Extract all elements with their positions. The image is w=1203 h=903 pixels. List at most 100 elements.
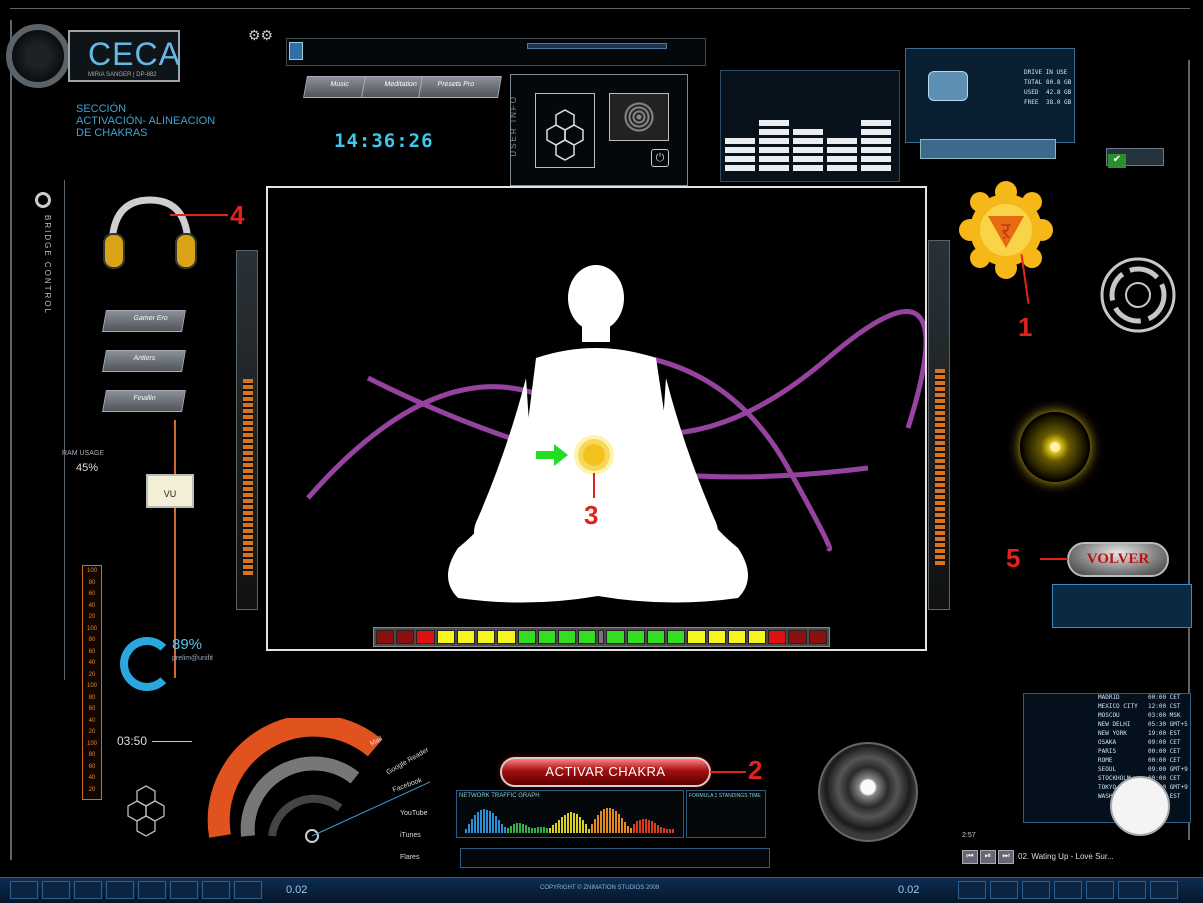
volver-button[interactable]: VOLVER [1067, 542, 1169, 577]
side-label: BRIDGE CONTROL [43, 215, 52, 316]
menu-item-1[interactable]: Antlers [102, 350, 186, 372]
meditation-figure [306, 265, 929, 603]
world-clock-row: PARIS 00:00 CET [1024, 748, 1190, 757]
traffic-bar [630, 828, 632, 833]
hexagon-cluster-icon [118, 782, 174, 842]
confirm-toggle[interactable]: ✔ [1106, 148, 1164, 168]
scale-label: 80 [88, 694, 96, 701]
traffic-bar [597, 815, 599, 833]
traffic-bar [636, 821, 638, 833]
scale-label: 20 [88, 729, 96, 735]
sys-value-1: 80.8 GB [1046, 79, 1072, 86]
traffic-bar [537, 827, 539, 833]
right-readout: 0.02 [898, 884, 920, 896]
level-segment [707, 630, 726, 644]
traffic-bar [573, 813, 575, 833]
traffic-bar [654, 823, 656, 833]
traffic-bar [645, 819, 647, 833]
settings-icon[interactable]: ⚙⚙ [248, 27, 274, 43]
side-target-icon[interactable] [35, 192, 51, 208]
arc-item-5[interactable]: Flares [400, 854, 419, 861]
sys-label-0: DRIVE IN USE [1024, 69, 1068, 76]
section-line-1: SECCIÓN [76, 103, 127, 115]
scale-label: 60 [88, 763, 96, 770]
equalizer [720, 70, 900, 182]
traffic-bar [603, 809, 605, 833]
traffic-bar [468, 824, 470, 833]
level-segment [768, 630, 787, 644]
traffic-bar [498, 820, 500, 833]
level-segment [557, 630, 577, 644]
scale-label: 100 [86, 683, 97, 689]
next-button[interactable]: ⏭ [998, 850, 1014, 864]
traffic-bar [633, 824, 635, 833]
level-segment [517, 630, 536, 644]
search-field[interactable] [920, 139, 1056, 159]
traffic-bar [480, 810, 482, 833]
level-meter [373, 627, 830, 647]
traffic-bar [501, 824, 503, 833]
traffic-bar [471, 819, 473, 833]
time-slider[interactable] [152, 741, 192, 742]
world-clock-row: NEW DELHI 05:30 GMT+5 [1024, 721, 1190, 730]
section-title: SECCIÓN ACTIVACIÓN- ALINEACION DE CHAKRA… [76, 103, 266, 139]
traffic-bar [552, 825, 554, 833]
speaker-icon[interactable] [818, 742, 918, 842]
menu-item-2[interactable]: Finallin [102, 390, 186, 412]
scale-label: 60 [88, 648, 96, 655]
city-name: NEW YORK [1098, 730, 1127, 737]
arc-item-4[interactable]: iTunes [400, 832, 421, 839]
traffic-bar [570, 812, 572, 833]
scale-label: 40 [88, 660, 96, 666]
traffic-bar [591, 824, 593, 833]
traffic-bar [567, 813, 569, 833]
headphones-icon[interactable] [100, 192, 200, 274]
traffic-bar [534, 828, 536, 833]
traffic-bar [672, 829, 674, 833]
power-icon[interactable]: ⏻ [651, 149, 669, 167]
city-name: OSAKA [1098, 739, 1117, 746]
city-name: PARIS [1098, 748, 1117, 755]
check-icon: ✔ [1108, 154, 1126, 168]
hexagon-icon [535, 93, 595, 168]
play-button[interactable]: ⏯ [980, 850, 996, 864]
world-clock-row: NEW YORK 19:00 EST [1024, 730, 1190, 739]
city-time: 19:00 EST [1148, 730, 1181, 737]
traffic-bar [540, 827, 542, 833]
media-track: 02. Wating Up - Love Sur... [1018, 852, 1114, 861]
vu-label: VU [163, 489, 177, 499]
traffic-bar [543, 827, 545, 833]
traffic-bar [513, 824, 515, 833]
city-name: MOSCOU [1098, 712, 1120, 719]
hard-drive-icon [928, 71, 968, 101]
activate-chakra-button[interactable]: ACTIVAR CHAKRA [500, 757, 711, 787]
clock: 14:36:26 [334, 130, 434, 152]
media-icon[interactable] [289, 42, 303, 60]
sys-label-3: FREE [1024, 99, 1039, 106]
scale-label: 80 [88, 579, 96, 586]
traffic-bar [483, 809, 485, 833]
spiky-orb-icon [1020, 412, 1090, 482]
arc-item-3[interactable]: YouTube [400, 810, 428, 817]
prev-button[interactable]: ⏮ [962, 850, 978, 864]
scale-label: 40 [88, 717, 96, 724]
app-logo: CECA MIRIA SANGER | DP-882 [68, 30, 180, 82]
top-left-dial [6, 24, 70, 88]
tab-presets[interactable]: Presets Pro [418, 76, 502, 98]
slider-track[interactable] [527, 43, 667, 49]
traffic-bar [477, 812, 479, 833]
level-segment [396, 630, 415, 644]
menu-item-0[interactable]: Gamer Ero [102, 310, 186, 332]
donut-caption: prelim@unifit [172, 655, 213, 662]
vu-meter: VU [146, 474, 194, 508]
ram-usage-label: RAM USAGE [62, 450, 105, 457]
traffic-bar [651, 821, 653, 833]
city-time: 09:00 GMT+9 [1148, 766, 1188, 773]
traffic-bar [561, 817, 563, 833]
logo-text: CECA [88, 36, 181, 72]
traffic-bar [510, 826, 512, 833]
callout-1: 1 [1018, 312, 1033, 342]
level-segment [808, 630, 827, 644]
scale-label: 20 [88, 671, 96, 678]
scale-label: 40 [88, 775, 96, 781]
